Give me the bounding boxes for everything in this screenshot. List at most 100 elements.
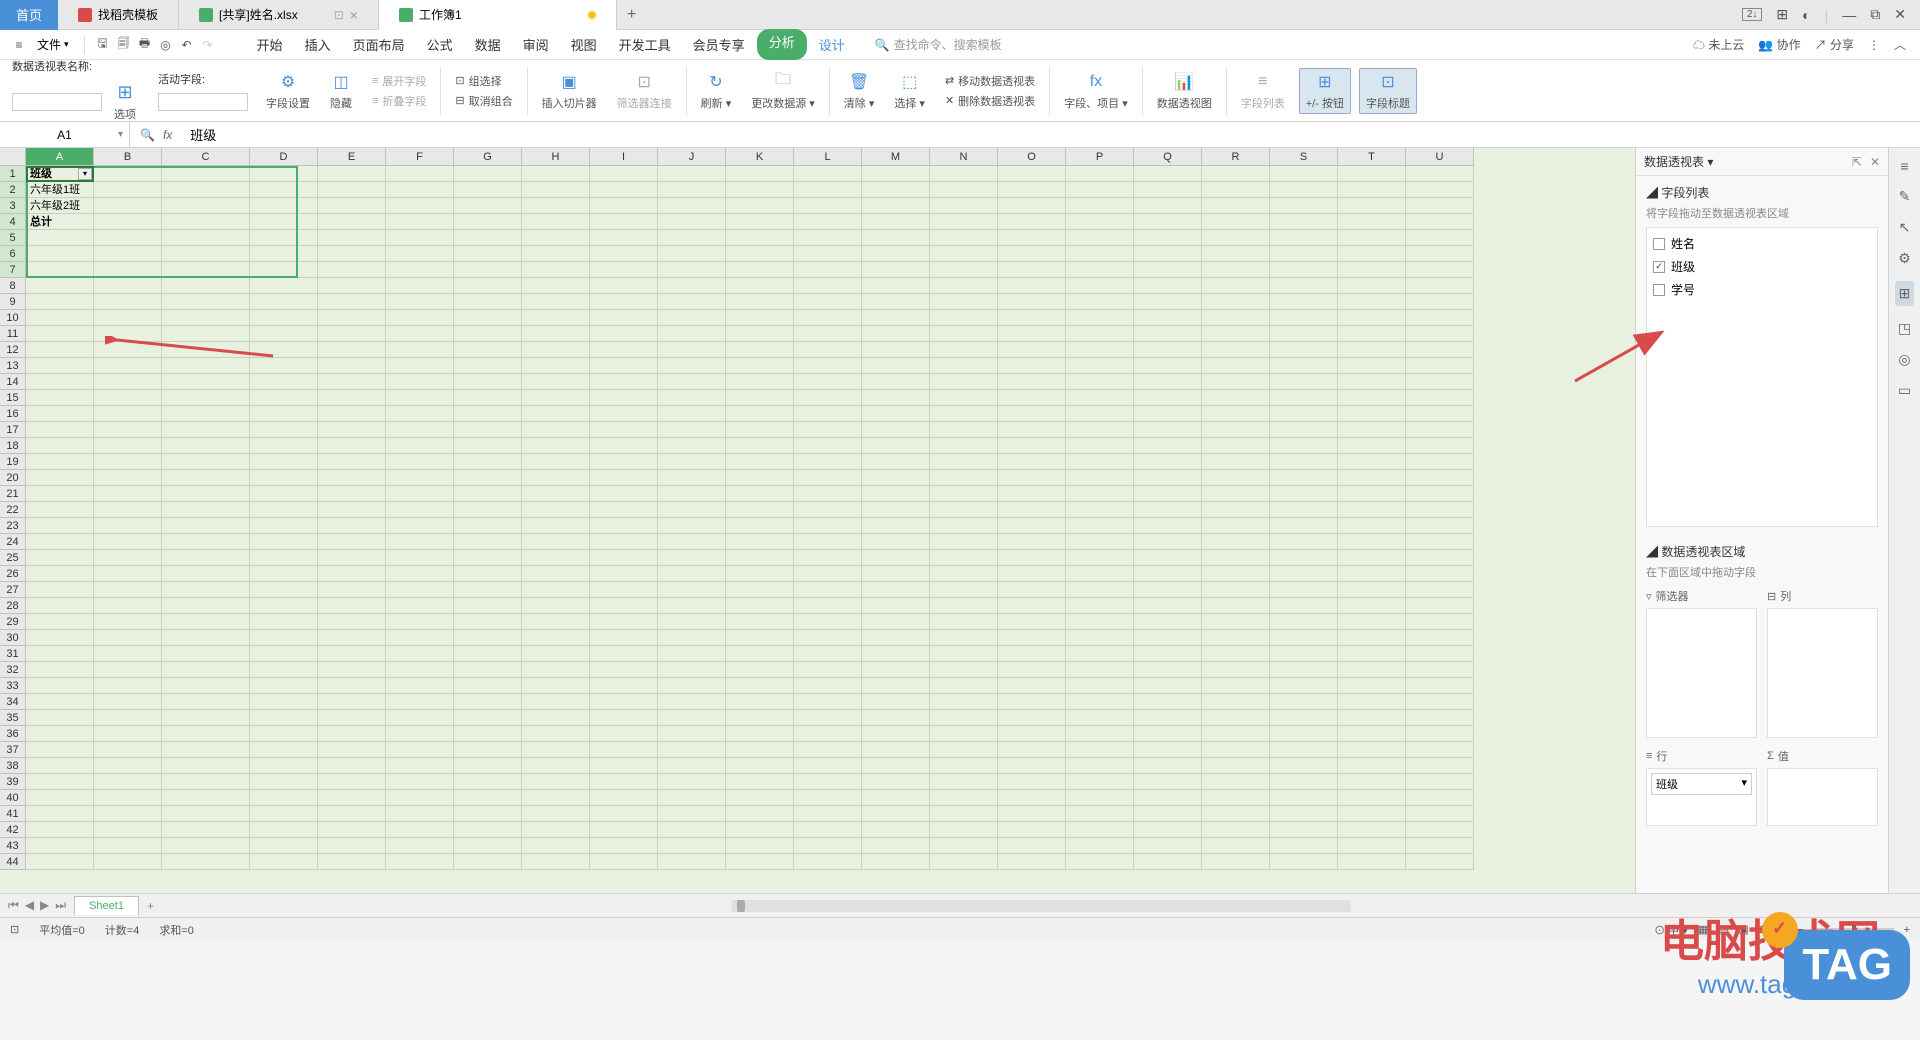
- cell[interactable]: [1202, 422, 1270, 438]
- row-field-tag[interactable]: 班级▾: [1651, 773, 1752, 795]
- cell[interactable]: [862, 854, 930, 870]
- cell[interactable]: [1066, 438, 1134, 454]
- cell[interactable]: [1066, 790, 1134, 806]
- cell[interactable]: [930, 486, 998, 502]
- cell[interactable]: [862, 166, 930, 182]
- cell[interactable]: [1338, 422, 1406, 438]
- cell[interactable]: [1270, 710, 1338, 726]
- cell[interactable]: [590, 774, 658, 790]
- cell[interactable]: [162, 246, 250, 262]
- cell[interactable]: [522, 550, 590, 566]
- cell[interactable]: [162, 390, 250, 406]
- row-header[interactable]: 4: [0, 214, 26, 230]
- cell[interactable]: [162, 726, 250, 742]
- cell[interactable]: [930, 534, 998, 550]
- cell[interactable]: [386, 198, 454, 214]
- cell[interactable]: [794, 838, 862, 854]
- row-header[interactable]: 40: [0, 790, 26, 806]
- cell[interactable]: [930, 518, 998, 534]
- cell[interactable]: [794, 790, 862, 806]
- cell[interactable]: [1134, 406, 1202, 422]
- cell[interactable]: [998, 614, 1066, 630]
- cell[interactable]: [1134, 614, 1202, 630]
- cell[interactable]: [1406, 278, 1474, 294]
- cell[interactable]: [386, 646, 454, 662]
- row-header[interactable]: 8: [0, 278, 26, 294]
- cell[interactable]: [726, 790, 794, 806]
- cell[interactable]: [1270, 390, 1338, 406]
- cell[interactable]: [862, 454, 930, 470]
- cell[interactable]: [26, 374, 94, 390]
- cell[interactable]: [318, 310, 386, 326]
- cell[interactable]: [250, 198, 318, 214]
- cell[interactable]: [522, 582, 590, 598]
- cell[interactable]: [1406, 662, 1474, 678]
- print-preview-icon[interactable]: ◎: [157, 36, 175, 54]
- cell[interactable]: [658, 534, 726, 550]
- cell[interactable]: [162, 294, 250, 310]
- cell[interactable]: [318, 422, 386, 438]
- row-header[interactable]: 32: [0, 662, 26, 678]
- cell[interactable]: [162, 854, 250, 870]
- cell[interactable]: [94, 614, 162, 630]
- cell[interactable]: [318, 214, 386, 230]
- cell[interactable]: [386, 518, 454, 534]
- cell[interactable]: [94, 358, 162, 374]
- cell[interactable]: [1270, 838, 1338, 854]
- cell[interactable]: [590, 598, 658, 614]
- sheet-last-icon[interactable]: ⏭: [55, 898, 66, 913]
- cell[interactable]: [930, 566, 998, 582]
- cell[interactable]: [794, 278, 862, 294]
- field-list-button[interactable]: ≡ 字段列表: [1235, 69, 1291, 113]
- cell[interactable]: [250, 454, 318, 470]
- row-header[interactable]: 36: [0, 726, 26, 742]
- tab-data[interactable]: 数据: [465, 29, 511, 60]
- cell-ref-input[interactable]: [25, 128, 105, 142]
- cell[interactable]: [1134, 278, 1202, 294]
- cell[interactable]: [658, 230, 726, 246]
- cell[interactable]: [658, 182, 726, 198]
- cell[interactable]: [162, 454, 250, 470]
- row-header[interactable]: 16: [0, 406, 26, 422]
- cell[interactable]: [726, 742, 794, 758]
- cell[interactable]: [522, 310, 590, 326]
- cell[interactable]: [26, 502, 94, 518]
- cell[interactable]: [1270, 262, 1338, 278]
- cell[interactable]: [658, 790, 726, 806]
- cell[interactable]: [1066, 342, 1134, 358]
- cell[interactable]: [26, 406, 94, 422]
- cell[interactable]: [862, 598, 930, 614]
- cell[interactable]: [318, 454, 386, 470]
- cell[interactable]: [1202, 278, 1270, 294]
- cell[interactable]: [162, 422, 250, 438]
- cell[interactable]: [998, 822, 1066, 838]
- cell[interactable]: [794, 678, 862, 694]
- cell[interactable]: [1202, 710, 1270, 726]
- cell[interactable]: [250, 406, 318, 422]
- row-header[interactable]: 28: [0, 598, 26, 614]
- save-as-icon[interactable]: 🗐: [115, 36, 133, 54]
- column-header[interactable]: B: [94, 148, 162, 166]
- cell[interactable]: [522, 470, 590, 486]
- cell[interactable]: [590, 262, 658, 278]
- cell[interactable]: [1406, 598, 1474, 614]
- cell[interactable]: [250, 486, 318, 502]
- cell[interactable]: [386, 390, 454, 406]
- cell[interactable]: [1134, 678, 1202, 694]
- fields-items-button[interactable]: fx 字段、项目 ▾: [1058, 69, 1134, 113]
- cell[interactable]: [1338, 518, 1406, 534]
- cell[interactable]: [794, 198, 862, 214]
- cell[interactable]: [1338, 438, 1406, 454]
- cell[interactable]: [794, 710, 862, 726]
- cell[interactable]: [318, 614, 386, 630]
- cell[interactable]: [94, 310, 162, 326]
- cell[interactable]: [1134, 470, 1202, 486]
- cell[interactable]: [1066, 694, 1134, 710]
- cell[interactable]: [862, 438, 930, 454]
- cell[interactable]: [1066, 726, 1134, 742]
- cell[interactable]: [162, 230, 250, 246]
- cell[interactable]: [1202, 758, 1270, 774]
- cell[interactable]: [386, 262, 454, 278]
- cell[interactable]: [862, 550, 930, 566]
- cell[interactable]: [998, 582, 1066, 598]
